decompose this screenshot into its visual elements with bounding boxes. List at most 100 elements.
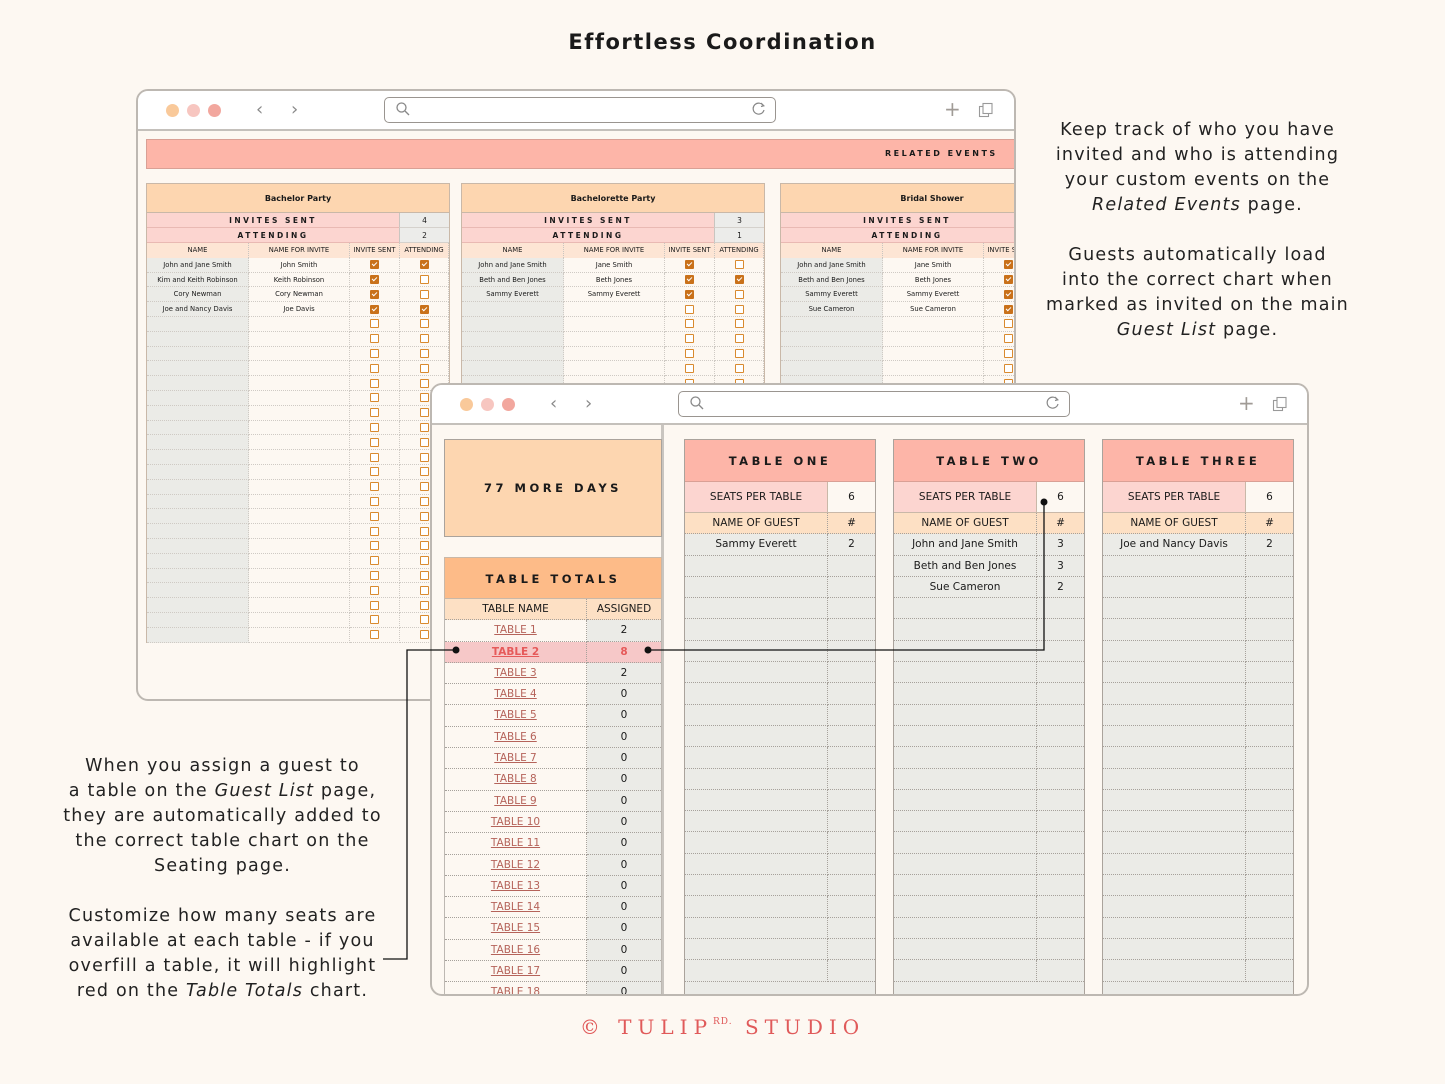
invite-sent-checkbox[interactable] — [370, 393, 379, 403]
attending-checkbox[interactable] — [419, 289, 429, 299]
invite-name[interactable] — [249, 405, 350, 421]
invite-name[interactable]: Jane Smith — [883, 257, 984, 273]
guest-name[interactable] — [147, 553, 249, 569]
back-icon[interactable]: ‹ — [256, 99, 263, 120]
invite-sent-checkbox[interactable] — [370, 260, 379, 270]
guest-name[interactable] — [147, 524, 249, 539]
attending-checkbox[interactable] — [419, 349, 429, 359]
invite-sent-checkbox[interactable] — [1004, 289, 1013, 299]
table-link[interactable]: TABLE 2 — [492, 646, 539, 658]
attending-checkbox[interactable] — [419, 437, 429, 447]
invite-name[interactable] — [249, 331, 350, 347]
invite-name[interactable]: John Smith — [249, 257, 350, 273]
guest-name[interactable] — [147, 435, 249, 451]
invite-sent-checkbox[interactable] — [685, 349, 694, 359]
guest-name[interactable] — [781, 331, 883, 347]
attending-checkbox[interactable] — [419, 334, 429, 344]
table-link[interactable]: TABLE 8 — [494, 773, 537, 785]
attending-checkbox[interactable] — [419, 408, 429, 418]
invite-sent-checkbox[interactable] — [370, 349, 379, 359]
guest-name[interactable]: Cory Newman — [147, 287, 249, 303]
guest-name[interactable] — [462, 316, 564, 332]
invite-sent-checkbox[interactable] — [370, 289, 379, 299]
invite-name[interactable] — [883, 361, 984, 377]
invite-name[interactable]: Beth Jones — [564, 272, 665, 288]
table-link[interactable]: TABLE 6 — [494, 731, 537, 743]
table-link[interactable]: TABLE 5 — [494, 709, 537, 721]
invite-name[interactable] — [249, 524, 350, 539]
guest-name[interactable] — [147, 376, 249, 391]
maximize-dot[interactable] — [208, 104, 221, 117]
attending-checkbox[interactable] — [734, 319, 744, 329]
attending-checkbox[interactable] — [419, 363, 429, 373]
invite-name[interactable] — [249, 464, 350, 480]
invite-sent-checkbox[interactable] — [1004, 275, 1013, 285]
invite-name[interactable] — [883, 331, 984, 347]
attending-checkbox[interactable] — [419, 260, 429, 270]
invite-sent-checkbox[interactable] — [370, 556, 379, 566]
back-icon[interactable]: ‹ — [550, 393, 557, 414]
invite-name[interactable] — [249, 479, 350, 495]
reload-icon[interactable] — [1045, 395, 1061, 411]
invite-name[interactable] — [249, 390, 350, 406]
tabs-icon[interactable] — [1272, 396, 1288, 412]
attending-checkbox[interactable] — [419, 511, 429, 521]
attending-checkbox[interactable] — [419, 482, 429, 492]
invite-sent-checkbox[interactable] — [370, 437, 379, 447]
guest-name[interactable] — [147, 420, 249, 436]
table-link[interactable]: TABLE 18 — [491, 986, 540, 994]
attending-checkbox[interactable] — [419, 615, 429, 625]
table-link[interactable]: TABLE 7 — [494, 752, 537, 764]
minimize-dot[interactable] — [187, 104, 200, 117]
guest-name[interactable] — [147, 450, 249, 465]
invite-sent-checkbox[interactable] — [685, 319, 694, 329]
attending-checkbox[interactable] — [419, 585, 429, 595]
guest-name[interactable] — [781, 346, 883, 362]
guest-name[interactable] — [147, 405, 249, 421]
invite-name[interactable] — [249, 435, 350, 451]
invite-sent-checkbox[interactable] — [370, 511, 379, 521]
invite-sent-checkbox[interactable] — [685, 260, 694, 270]
attending-checkbox[interactable] — [419, 497, 429, 507]
invite-sent-checkbox[interactable] — [370, 615, 379, 625]
guest-name[interactable] — [462, 346, 564, 362]
guest-name[interactable] — [147, 464, 249, 480]
guest-name[interactable]: Sammy Everett — [462, 287, 564, 303]
invite-sent-checkbox[interactable] — [685, 363, 694, 373]
invite-sent-checkbox[interactable] — [370, 319, 379, 329]
invite-name[interactable]: Joe Davis — [249, 302, 350, 317]
invite-name[interactable] — [564, 302, 665, 317]
guest-name[interactable] — [147, 583, 249, 599]
new-tab-icon[interactable]: + — [1238, 391, 1255, 415]
close-dot[interactable] — [460, 398, 473, 411]
guest-name[interactable] — [147, 627, 249, 643]
invite-sent-checkbox[interactable] — [370, 497, 379, 507]
invite-name[interactable]: Keith Robinson — [249, 272, 350, 288]
guest-name[interactable]: Beth and Ben Jones — [781, 272, 883, 288]
invite-sent-checkbox[interactable] — [685, 289, 694, 299]
invite-sent-checkbox[interactable] — [370, 630, 379, 640]
invite-name[interactable] — [249, 553, 350, 569]
invite-name[interactable]: Beth Jones — [883, 272, 984, 288]
invite-name[interactable] — [249, 376, 350, 391]
seats-per-table-input[interactable]: 6 — [828, 482, 875, 513]
invite-name[interactable] — [249, 450, 350, 465]
invite-sent-checkbox[interactable] — [370, 467, 379, 477]
attending-checkbox[interactable] — [419, 393, 429, 403]
address-bar[interactable] — [678, 391, 1070, 417]
table-link[interactable]: TABLE 14 — [491, 901, 540, 913]
invite-sent-checkbox[interactable] — [370, 334, 379, 344]
guest-name[interactable] — [147, 346, 249, 362]
invite-name[interactable]: Jane Smith — [564, 257, 665, 273]
guest-name[interactable] — [781, 316, 883, 332]
guest-name[interactable] — [462, 331, 564, 347]
tabs-icon[interactable] — [978, 102, 994, 118]
attending-checkbox[interactable] — [419, 304, 429, 314]
guest-name[interactable] — [462, 361, 564, 377]
guest-name[interactable] — [147, 538, 249, 554]
forward-icon[interactable]: › — [291, 99, 298, 120]
guest-name[interactable] — [781, 361, 883, 377]
guest-name[interactable] — [147, 598, 249, 613]
maximize-dot[interactable] — [502, 398, 515, 411]
new-tab-icon[interactable]: + — [944, 97, 961, 121]
